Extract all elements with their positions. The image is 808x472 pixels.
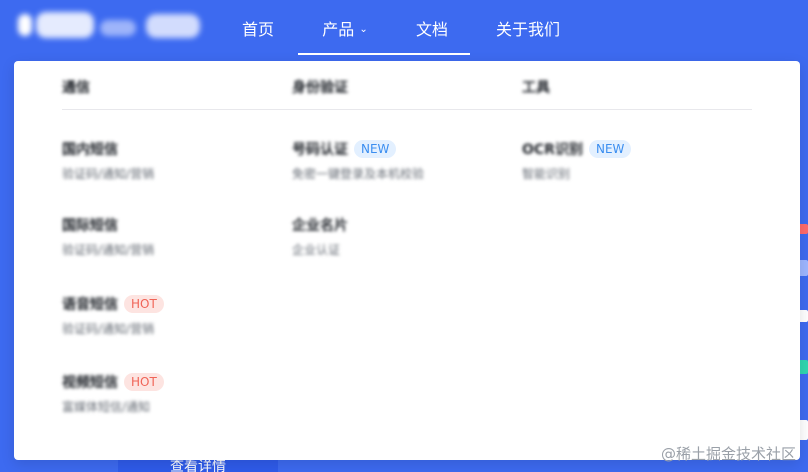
product-desc: 验证码/通知/营销 <box>62 243 155 257</box>
nav-item-label: 产品 <box>322 20 355 39</box>
new-badge: NEW <box>588 140 632 158</box>
new-badge: NEW <box>354 140 397 158</box>
brand-logo[interactable] <box>16 6 206 46</box>
product-item[interactable]: 国内短信 验证码/通知/营销 <box>62 139 272 189</box>
nav-item-label: 关于我们 <box>495 20 560 39</box>
product-title: 企业名片 <box>292 218 348 234</box>
product-desc: 富媒体短信/通知 <box>62 400 151 414</box>
product-desc: 企业认证 <box>292 243 341 257</box>
nav-item-label: 首页 <box>241 20 274 39</box>
watermark: @稀土掘金技术社区 <box>660 445 796 463</box>
product-item[interactable]: 企业名片 企业认证 <box>292 215 502 265</box>
main-nav: 首页 产品 ⌄ 文档 关于我们 <box>218 0 584 56</box>
product-item[interactable]: 国际短信 验证码/通知/营销 <box>62 215 272 265</box>
nav-item-docs[interactable]: 文档 <box>392 0 472 56</box>
category-label: 通信 <box>62 80 90 96</box>
products-dropdown-panel: 通信 身份验证 工具 国内短信 验证码/通知/营销 国际短信 验证码/通知/营销… <box>14 61 800 460</box>
product-title: 号码认证 <box>292 142 348 158</box>
product-title: 语音短信 <box>62 297 118 313</box>
product-item[interactable]: 号码认证 NEW 免密一键登录及本机校验 <box>292 139 502 189</box>
product-desc: 智能识别 <box>522 167 571 181</box>
category-label: 身份验证 <box>292 80 348 96</box>
top-navigation-bar: 首页 产品 ⌄ 文档 关于我们 <box>0 0 808 56</box>
chevron-down-icon: ⌄ <box>359 23 368 35</box>
hot-badge: HOT <box>124 373 164 391</box>
category-label: 工具 <box>522 80 550 96</box>
product-desc: 验证码/通知/营销 <box>62 322 155 336</box>
product-desc: 免密一键登录及本机校验 <box>292 167 425 181</box>
product-item[interactable]: 语音短信 HOT 验证码/通知/营销 <box>62 294 272 344</box>
category-row: 通信 身份验证 工具 <box>62 77 752 110</box>
nav-item-about[interactable]: 关于我们 <box>472 0 584 56</box>
product-desc: 验证码/通知/营销 <box>62 167 155 181</box>
nav-item-home[interactable]: 首页 <box>218 0 298 56</box>
hot-badge: HOT <box>124 295 164 313</box>
nav-item-label: 文档 <box>415 20 448 39</box>
product-title: 国内短信 <box>62 142 118 158</box>
product-title: 国际短信 <box>62 218 118 234</box>
nav-item-products[interactable]: 产品 ⌄ <box>298 0 470 56</box>
product-title: OCR识别 <box>522 142 583 158</box>
product-title: 视频短信 <box>62 375 118 391</box>
product-item[interactable]: OCR识别 NEW 智能识别 <box>522 139 732 189</box>
product-item[interactable]: 视频短信 HOT 富媒体短信/通知 <box>62 372 272 422</box>
